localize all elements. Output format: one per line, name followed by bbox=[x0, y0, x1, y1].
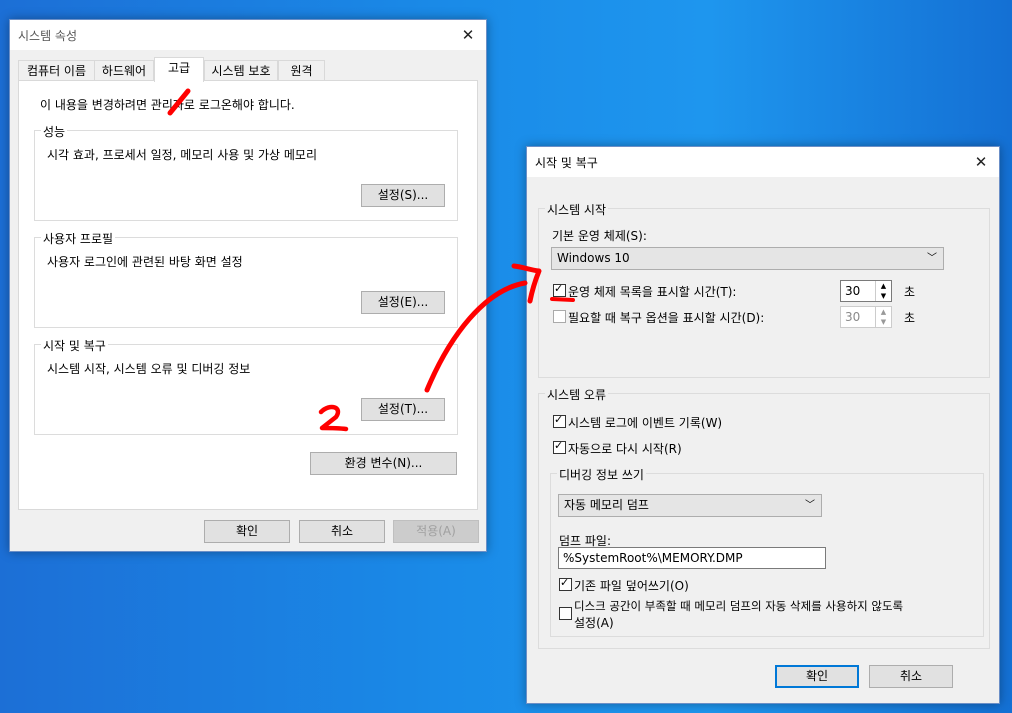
startup-recovery-group: 시작 및 복구 시스템 시작, 시스템 오류 및 디버깅 정보 설정(T)... bbox=[34, 337, 458, 435]
spin-down-icon[interactable]: ▼ bbox=[876, 291, 891, 301]
show-os-list-seconds-value: 30 bbox=[845, 284, 861, 298]
write-event-checkbox[interactable] bbox=[553, 413, 566, 428]
show-os-list-checkbox[interactable] bbox=[553, 282, 566, 297]
seconds-unit: 초 bbox=[904, 311, 916, 325]
show-os-list-label: 운영 체제 목록을 표시할 시간(T): bbox=[568, 285, 737, 299]
debug-info-group-label: 디버깅 정보 쓰기 bbox=[557, 466, 646, 483]
admin-note: 이 내용을 변경하려면 관리자로 로그온해야 합니다. bbox=[40, 98, 295, 112]
spin-up-icon[interactable]: ▲ bbox=[876, 281, 891, 291]
dump-file-input[interactable]: %SystemRoot%\MEMORY.DMP bbox=[558, 547, 826, 569]
spin-up-icon[interactable]: ▲ bbox=[876, 307, 891, 317]
seconds-spinner[interactable]: ▲ ▼ bbox=[875, 281, 891, 301]
user-profile-desc: 사용자 로그인에 관련된 바탕 화면 설정 bbox=[47, 255, 243, 269]
startup-recovery-settings-button[interactable]: 설정(T)... bbox=[361, 398, 445, 421]
system-failure-group-label: 시스템 오류 bbox=[545, 386, 609, 403]
spin-down-icon[interactable]: ▼ bbox=[876, 317, 891, 327]
title-bar: 시작 및 복구 ✕ bbox=[527, 147, 999, 177]
debug-info-group: 디버깅 정보 쓰기 자동 메모리 덤프 ﹀ 덤프 파일: %SystemRoot… bbox=[550, 466, 984, 637]
performance-desc: 시각 효과, 프로세서 일정, 메모리 사용 및 가상 메모리 bbox=[47, 148, 317, 162]
overwrite-checkbox[interactable] bbox=[559, 576, 572, 591]
cancel-button[interactable]: 취소 bbox=[299, 520, 385, 543]
show-os-list-seconds-input[interactable]: 30 ▲ ▼ bbox=[840, 280, 892, 302]
write-event-label: 시스템 로그에 이벤트 기록(W) bbox=[568, 416, 723, 430]
cancel-button[interactable]: 취소 bbox=[869, 665, 953, 688]
startup-recovery-desc: 시스템 시작, 시스템 오류 및 디버깅 정보 bbox=[47, 362, 251, 376]
show-recovery-label: 필요할 때 복구 옵션을 표시할 시간(D): bbox=[568, 311, 765, 325]
disable-auto-delete-label-line2: 설정(A) bbox=[574, 616, 614, 630]
dialog-title: 시작 및 복구 bbox=[535, 156, 598, 170]
show-recovery-seconds-value: 30 bbox=[845, 310, 861, 324]
apply-button[interactable]: 적용(A) bbox=[393, 520, 479, 543]
system-startup-group: 시스템 시작 기본 운영 체제(S): Windows 10 ﹀ 운영 체제 목… bbox=[538, 201, 990, 378]
system-startup-group-label: 시스템 시작 bbox=[545, 201, 609, 218]
user-profile-group-label: 사용자 프로필 bbox=[41, 230, 116, 247]
environment-variables-button[interactable]: 환경 변수(N)... bbox=[310, 452, 457, 475]
auto-restart-label: 자동으로 다시 시작(R) bbox=[568, 442, 682, 456]
dump-file-value: %SystemRoot%\MEMORY.DMP bbox=[563, 551, 743, 565]
tab-remote[interactable]: 원격 bbox=[278, 60, 325, 81]
show-recovery-seconds-input[interactable]: 30 ▲ ▼ bbox=[840, 306, 892, 328]
auto-restart-checkbox[interactable] bbox=[553, 439, 566, 454]
performance-group-label: 성능 bbox=[41, 123, 68, 140]
chevron-down-icon: ﹀ bbox=[927, 253, 937, 264]
seconds-spinner[interactable]: ▲ ▼ bbox=[875, 307, 891, 327]
dump-type-value: 자동 메모리 덤프 bbox=[564, 498, 649, 512]
default-os-select[interactable]: Windows 10 ﹀ bbox=[551, 247, 944, 270]
close-icon[interactable]: ✕ bbox=[969, 150, 993, 174]
ok-button[interactable]: 확인 bbox=[775, 665, 859, 688]
user-profile-settings-button[interactable]: 설정(E)... bbox=[361, 291, 445, 314]
seconds-unit: 초 bbox=[904, 285, 916, 299]
system-failure-group: 시스템 오류 시스템 로그에 이벤트 기록(W) 자동으로 다시 시작(R) 디… bbox=[538, 386, 990, 649]
startup-recovery-group-label: 시작 및 복구 bbox=[41, 337, 108, 354]
tab-advanced[interactable]: 고급 bbox=[154, 57, 204, 82]
tab-panel: 이 내용을 변경하려면 관리자로 로그온해야 합니다. 성능 시각 효과, 프로… bbox=[18, 80, 478, 510]
performance-group: 성능 시각 효과, 프로세서 일정, 메모리 사용 및 가상 메모리 설정(S)… bbox=[34, 123, 458, 221]
tab-computer-name[interactable]: 컴퓨터 이름 bbox=[18, 60, 95, 81]
tab-hardware[interactable]: 하드웨어 bbox=[94, 60, 154, 81]
user-profile-group: 사용자 프로필 사용자 로그인에 관련된 바탕 화면 설정 설정(E)... bbox=[34, 230, 458, 328]
show-recovery-checkbox[interactable] bbox=[553, 310, 566, 323]
ok-button[interactable]: 확인 bbox=[204, 520, 290, 543]
chevron-down-icon: ﹀ bbox=[805, 500, 815, 511]
disable-auto-delete-label-line1: 디스크 공간이 부족할 때 메모리 덤프의 자동 삭제를 사용하지 않도록 bbox=[574, 599, 904, 613]
tab-system-protection[interactable]: 시스템 보호 bbox=[204, 60, 278, 81]
overwrite-label: 기존 파일 덮어쓰기(O) bbox=[574, 579, 689, 593]
title-bar: 시스템 속성 ✕ bbox=[10, 20, 486, 50]
default-os-label: 기본 운영 체제(S): bbox=[552, 229, 647, 243]
dump-type-select[interactable]: 자동 메모리 덤프 ﹀ bbox=[558, 494, 822, 517]
system-properties-dialog: 시스템 속성 ✕ 컴퓨터 이름 하드웨어 고급 시스템 보호 원격 이 내용을 … bbox=[9, 19, 487, 552]
dialog-title: 시스템 속성 bbox=[18, 29, 78, 43]
default-os-value: Windows 10 bbox=[557, 251, 630, 265]
close-icon[interactable]: ✕ bbox=[456, 23, 480, 47]
disable-auto-delete-checkbox[interactable] bbox=[559, 607, 572, 620]
startup-recovery-dialog: 시작 및 복구 ✕ 시스템 시작 기본 운영 체제(S): Windows 10… bbox=[526, 146, 1000, 704]
performance-settings-button[interactable]: 설정(S)... bbox=[361, 184, 445, 207]
